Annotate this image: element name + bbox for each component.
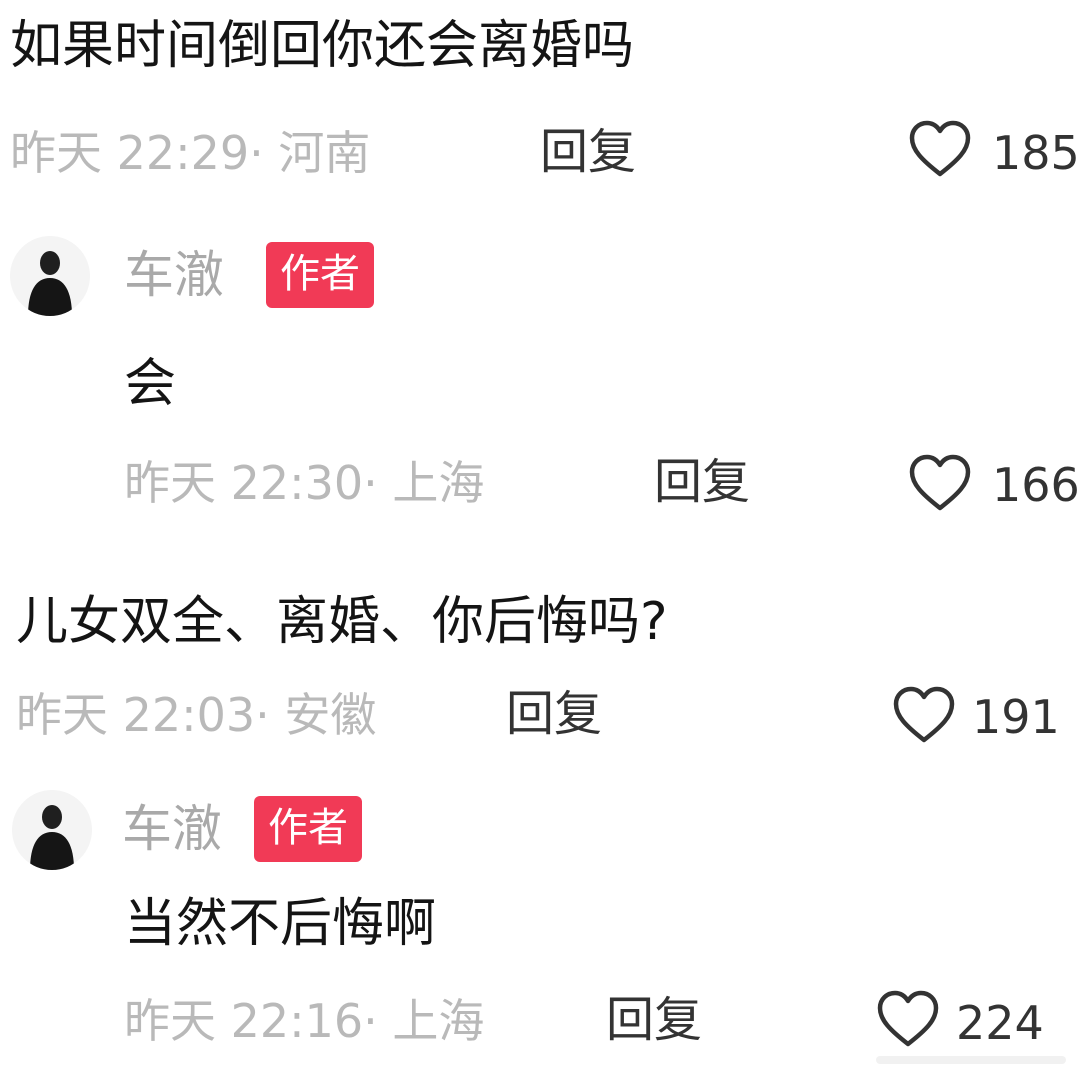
heart-icon[interactable] (908, 454, 972, 512)
author-name[interactable]: 车澈 (122, 804, 222, 854)
heart-icon[interactable] (892, 686, 956, 744)
reply-button[interactable]: 回复 (654, 458, 750, 506)
comment-meta: 昨天 22:30· 上海 (124, 456, 485, 510)
comment-meta: 昨天 22:03· 安徽 (16, 688, 377, 742)
author-avatar-icon (10, 236, 90, 316)
author-name[interactable]: 车澈 (124, 250, 224, 300)
comment-meta: 昨天 22:16· 上海 (124, 994, 485, 1048)
comment-text: 儿女双全、离婚、你后悔吗? (16, 592, 668, 652)
reply-button[interactable]: 回复 (606, 996, 702, 1044)
author-badge: 作者 (254, 796, 362, 862)
author-avatar-icon (12, 790, 92, 870)
author-badge: 作者 (266, 242, 374, 308)
heart-icon[interactable] (908, 120, 972, 178)
like-count: 185 (992, 126, 1080, 180)
comment-text: 会 (124, 354, 177, 414)
like-count: 224 (956, 996, 1044, 1050)
comment-meta: 昨天 22:29· 河南 (10, 126, 371, 180)
like-count: 191 (972, 690, 1060, 744)
watermark-graphic (876, 1056, 1066, 1064)
comment-text: 如果时间倒回你还会离婚吗 (10, 16, 635, 76)
avatar[interactable] (12, 790, 92, 870)
heart-icon[interactable] (876, 990, 940, 1048)
comment-text: 当然不后悔啊 (124, 894, 437, 954)
reply-button[interactable]: 回复 (540, 128, 636, 176)
avatar[interactable] (10, 236, 90, 316)
like-count: 166 (992, 458, 1080, 512)
reply-button[interactable]: 回复 (506, 690, 602, 738)
